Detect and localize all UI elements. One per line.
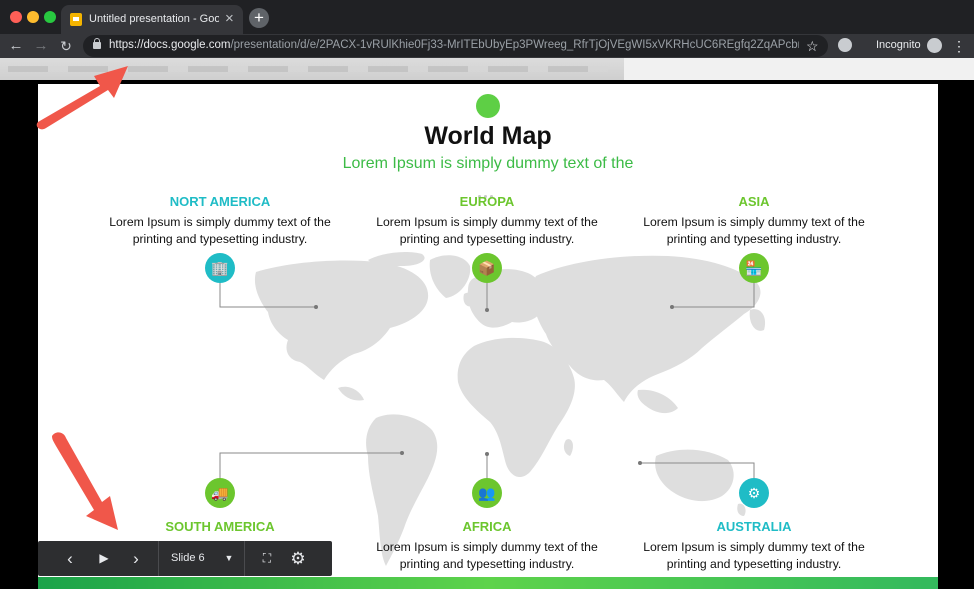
previous-slide-button[interactable]: ‹ [60, 541, 80, 576]
url-host: https://docs.google.com [109, 39, 231, 51]
divider [158, 541, 159, 576]
url-text[interactable]: https://docs.google.com/presentation/d/e… [109, 39, 799, 51]
address-bar[interactable]: https://docs.google.com/presentation/d/e… [83, 35, 828, 57]
close-window-button[interactable] [10, 11, 22, 23]
play-button[interactable]: ▶ [94, 541, 114, 576]
region-title-europa: EUROPA [459, 194, 515, 209]
browser-tab[interactable]: Untitled presentation - Google × [61, 5, 243, 34]
region-desc-north-america-line2: printing and typesetting industry. [132, 232, 308, 246]
fullscreen-icon[interactable]: ⛶ [258, 541, 276, 576]
back-button[interactable]: ← [6, 36, 26, 56]
next-slide-button[interactable]: › [126, 541, 146, 576]
people-icon: 👥 [472, 478, 502, 508]
slide-subtitle: Lorem Ipsum is simply dummy text of the [342, 155, 634, 172]
dots-decoration [478, 185, 498, 198]
region-title-africa: AFRICA [462, 519, 512, 534]
bookmark-star-icon[interactable]: ☆ [806, 37, 819, 55]
gear-box-icon: ⚙ [739, 478, 769, 508]
store-icon: 🏪 [739, 253, 769, 283]
browser-titlebar: Untitled presentation - Google × + [0, 0, 974, 34]
region-desc-europa-line1: Lorem Ipsum is simply dummy text of the [376, 215, 598, 229]
presentation-slide: World Map Lorem Ipsum is simply dummy te… [38, 84, 938, 589]
tab-close-icon[interactable]: × [225, 11, 234, 26]
truck-icon: 🚚 [205, 478, 235, 508]
slides-favicon-icon [70, 13, 82, 26]
forward-button[interactable]: → [31, 36, 51, 56]
minimize-window-button[interactable] [27, 11, 39, 23]
region-desc-asia-line2: printing and typesetting industry. [666, 232, 842, 246]
region-desc-australia-line2: printing and typesetting industry. [666, 557, 842, 571]
new-tab-button[interactable]: + [249, 8, 269, 28]
region-desc-africa-line1: Lorem Ipsum is simply dummy text of the [376, 540, 598, 554]
tab-title: Untitled presentation - Google [89, 13, 219, 25]
slide-title: World Map [424, 122, 552, 150]
lock-icon[interactable] [93, 38, 101, 49]
browser-toolbar: ← → ↻ https://docs.google.com/presentati… [0, 34, 974, 58]
region-desc-asia-line1: Lorem Ipsum is simply dummy text of the [643, 215, 865, 229]
screen: Untitled presentation - Google × + ← → ↻… [0, 0, 974, 589]
region-desc-north-america-line1: Lorem Ipsum is simply dummy text of the [109, 215, 331, 229]
decorative-green-dot [476, 94, 500, 118]
region-desc-africa-line2: printing and typesetting industry. [399, 557, 575, 571]
maximize-window-button[interactable] [44, 11, 56, 23]
region-desc-europa-line2: printing and typesetting industry. [399, 232, 575, 246]
region-title-south-america: SOUTH AMERICA [165, 519, 275, 534]
region-title-australia: AUSTRALIA [716, 519, 792, 534]
incognito-label: Incognito [876, 39, 921, 51]
blurred-bookmarks-bar [0, 58, 624, 80]
browser-menu-icon[interactable]: ⋮ [952, 36, 966, 56]
box-icon: 📦 [472, 253, 502, 283]
incognito-icon[interactable] [927, 38, 942, 53]
reload-button[interactable]: ↻ [56, 36, 76, 56]
gear-icon[interactable]: ⚙ [288, 541, 308, 576]
divider [244, 541, 245, 576]
url-path: /presentation/d/e/2PACX-1vRUlKhie0Fj33-M… [230, 39, 799, 51]
presenter-controls: ‹ ▶ › Slide 6 ▼ ⛶ ⚙ [38, 541, 332, 576]
slide-footer-bar [38, 577, 938, 589]
region-title-north-america: NORT AMERICA [169, 194, 271, 209]
extension-icon[interactable] [838, 38, 852, 52]
region-title-asia: ASIA [738, 194, 770, 209]
chevron-down-icon[interactable]: ▼ [222, 541, 236, 576]
page-background [624, 58, 974, 80]
building-icon: 🏢 [205, 253, 235, 283]
region-desc-australia-line1: Lorem Ipsum is simply dummy text of the [643, 540, 865, 554]
